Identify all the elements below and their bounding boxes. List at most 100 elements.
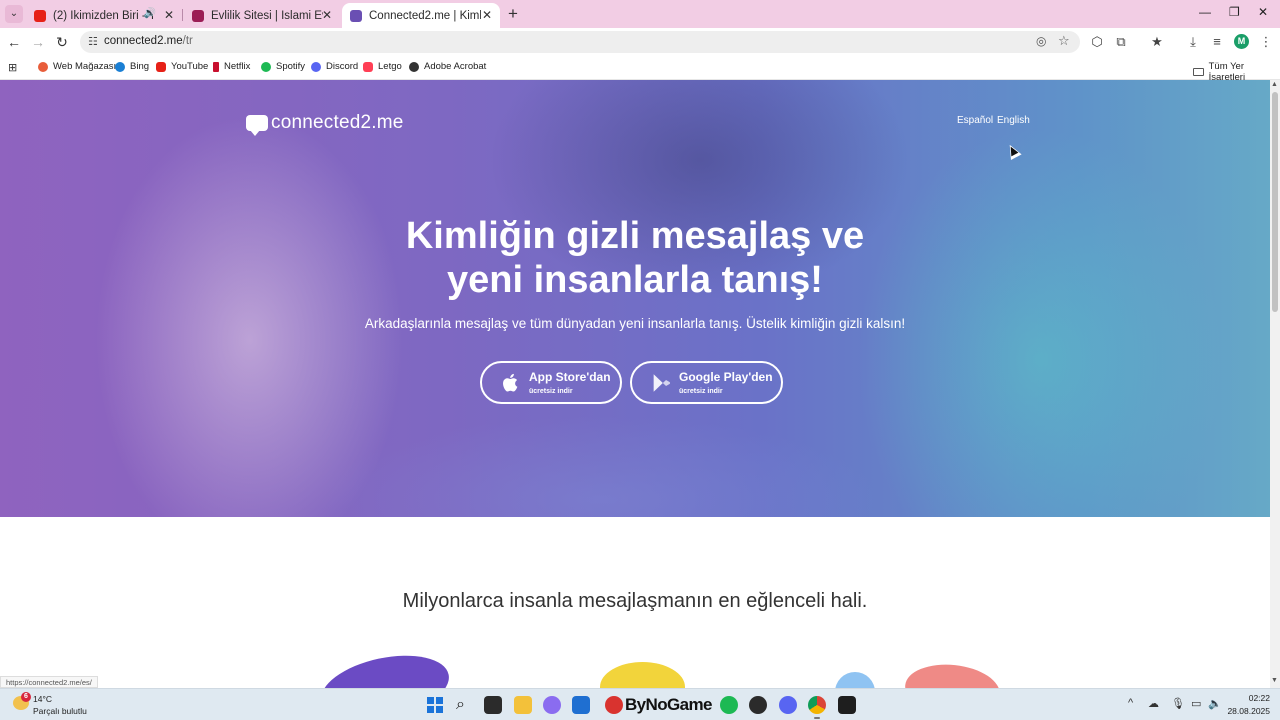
youtube-icon bbox=[156, 61, 166, 72]
url-text[interactable]: connected2.me/tr bbox=[104, 35, 193, 47]
search-icon[interactable]: ⌕ bbox=[456, 696, 474, 714]
tab-evlilik[interactable]: Evlilik Sitesi | İslami Evlilik Sitesi ✕ bbox=[184, 3, 340, 28]
extensions-puzzle-icon[interactable]: ⧉ bbox=[1113, 34, 1129, 50]
download-icon[interactable]: ⤓ bbox=[1185, 34, 1201, 50]
nvidia-app-icon[interactable] bbox=[838, 696, 856, 714]
restore-icon[interactable]: ❐ bbox=[1229, 5, 1240, 19]
minimize-icon[interactable]: — bbox=[1199, 5, 1211, 19]
play-store-icon bbox=[653, 374, 671, 392]
favorites-icon[interactable]: ★ bbox=[1149, 34, 1165, 50]
bookmark-letgo[interactable]: Letgo bbox=[363, 61, 402, 72]
weather-temp[interactable]: 14°C bbox=[33, 694, 52, 704]
system-clock[interactable]: 02:22 28.08.2025 bbox=[1226, 693, 1270, 716]
bookmark-discord[interactable]: Discord bbox=[311, 61, 358, 72]
task-view-icon[interactable] bbox=[484, 696, 502, 714]
bookmark-adobe-acrobat[interactable]: Adobe Acrobat bbox=[409, 61, 486, 72]
bookmark-youtube[interactable]: YouTube bbox=[156, 61, 208, 72]
bynogame-mark-icon bbox=[605, 696, 623, 714]
speaker-icon[interactable]: 🔊 bbox=[144, 8, 156, 19]
weather-desc[interactable]: Parçalı bulutlu bbox=[33, 706, 87, 716]
chrome-icon[interactable] bbox=[808, 696, 826, 714]
extension-shield-icon[interactable]: ⬡ bbox=[1089, 34, 1105, 50]
tab-title: (2) İkimizden Biri - YouTube bbox=[53, 9, 153, 22]
browser-toolbar: ← → ↻ ☷ connected2.me/tr ◎ ☆ ⬡ ⧉ ★ ⤓ ≡ ⋮ bbox=[0, 28, 1280, 56]
store-icon[interactable] bbox=[572, 696, 590, 714]
app-store-button[interactable]: App Store'dan ücretsiz indir bbox=[480, 361, 622, 404]
chat-bubble-icon bbox=[246, 115, 268, 136]
tab-title: Connected2.me | Kimliğin gizli bbox=[369, 9, 481, 22]
apps-grid-icon[interactable]: ⊞ bbox=[8, 61, 17, 74]
bynogame-logo[interactable]: ByNoGame bbox=[605, 695, 712, 715]
illustration-shape bbox=[315, 645, 455, 688]
netflix-icon bbox=[213, 61, 219, 72]
copilot-icon[interactable] bbox=[543, 696, 561, 714]
profile-avatar[interactable]: M bbox=[1234, 34, 1249, 49]
windows-start-icon[interactable] bbox=[427, 697, 443, 713]
media-control-icon[interactable]: ≡ bbox=[1209, 34, 1225, 49]
bookmark-web-store[interactable]: Web Mağazası bbox=[38, 61, 116, 72]
google-play-button[interactable]: Google Play'den ücretsiz indir bbox=[630, 361, 783, 404]
forward-arrow-icon[interactable]: → bbox=[30, 34, 46, 50]
tab-youtube[interactable]: (2) İkimizden Biri - YouTube 🔊 ✕ bbox=[26, 3, 182, 28]
volume-icon[interactable]: 🔈 bbox=[1208, 697, 1222, 710]
microphone-icon[interactable]: 🎙 bbox=[1171, 697, 1185, 710]
spotify-icon bbox=[261, 61, 271, 72]
discord-icon bbox=[311, 61, 321, 72]
site-logo[interactable]: connected2.me bbox=[246, 112, 404, 136]
tab-search-chevron-icon[interactable]: ⌄ bbox=[5, 5, 23, 23]
onedrive-icon[interactable]: ☁ bbox=[1148, 697, 1159, 710]
illustration-shape bbox=[902, 660, 1003, 688]
close-tab-icon[interactable]: ✕ bbox=[482, 8, 492, 22]
hero-title: Kimliğin gizli mesajlaş ve yeni insanlar… bbox=[405, 215, 865, 301]
close-tab-icon[interactable]: ✕ bbox=[164, 8, 174, 22]
discord-taskbar-icon[interactable] bbox=[779, 696, 797, 714]
weather-badge: 6 bbox=[21, 692, 31, 702]
scroll-thumb[interactable] bbox=[1272, 92, 1278, 312]
tab-strip: ⌄ (2) İkimizden Biri - YouTube 🔊 ✕ Evlil… bbox=[0, 0, 1280, 28]
network-icon[interactable]: ▭ bbox=[1191, 697, 1201, 710]
link-status-url: https://connected2.me/es/ bbox=[0, 676, 98, 688]
bookmark-spotify[interactable]: Spotify bbox=[261, 61, 305, 72]
windows-taskbar: 6 14°C Parçalı bulutlu ⌕ ByNoGame ^ ☁ 🎙 … bbox=[0, 688, 1280, 720]
bookmark-netflix[interactable]: Netflix bbox=[213, 61, 250, 72]
tracking-eye-icon[interactable]: ◎ bbox=[1036, 34, 1046, 48]
tray-chevron-icon[interactable]: ^ bbox=[1128, 697, 1133, 709]
close-tab-icon[interactable]: ✕ bbox=[322, 8, 332, 22]
evlilik-favicon-icon bbox=[192, 9, 204, 22]
running-indicator bbox=[814, 717, 820, 719]
scroll-down-icon[interactable]: ▼ bbox=[1271, 677, 1278, 684]
section-tagline: Milyonlarca insanla mesajlaşmanın en eğl… bbox=[402, 590, 868, 612]
back-arrow-icon[interactable]: ← bbox=[6, 34, 22, 50]
illustration-shape bbox=[835, 672, 875, 688]
tab-title: Evlilik Sitesi | İslami Evlilik Sitesi bbox=[211, 9, 323, 22]
spotify-taskbar-icon[interactable] bbox=[720, 696, 738, 714]
lang-espanol-link[interactable]: Español bbox=[957, 115, 993, 126]
youtube-favicon-icon bbox=[34, 9, 46, 22]
menu-kebab-icon[interactable]: ⋮ bbox=[1258, 34, 1274, 50]
bing-icon bbox=[115, 61, 125, 72]
address-bar[interactable]: ☷ connected2.me/tr ◎ ☆ bbox=[80, 31, 1080, 53]
bookmarks-bar: ⊞ Web Mağazası Bing YouTube Netflix Spot… bbox=[0, 56, 1280, 83]
scroll-up-icon[interactable]: ▲ bbox=[1271, 81, 1278, 88]
apple-icon bbox=[503, 373, 518, 392]
hero-section: connected2.me Español English Kimliğin g… bbox=[0, 80, 1270, 517]
steam-icon[interactable] bbox=[749, 696, 767, 714]
file-explorer-icon[interactable] bbox=[514, 696, 532, 714]
reload-icon[interactable]: ↻ bbox=[54, 34, 70, 50]
lang-english-link[interactable]: English bbox=[997, 115, 1030, 126]
web-store-icon bbox=[38, 61, 48, 72]
tab-connected2me[interactable]: Connected2.me | Kimliğin gizli ✕ bbox=[342, 3, 500, 28]
connected2me-favicon-icon bbox=[350, 9, 362, 22]
web-page: connected2.me Español English Kimliğin g… bbox=[0, 80, 1270, 688]
page-scrollbar[interactable]: ▲ ▼ bbox=[1270, 80, 1280, 688]
new-tab-icon[interactable]: + bbox=[505, 4, 521, 24]
letgo-icon bbox=[363, 61, 373, 72]
bookmark-star-icon[interactable]: ☆ bbox=[1058, 33, 1070, 49]
illustration-shape bbox=[600, 662, 685, 688]
site-info-icon[interactable]: ☷ bbox=[88, 35, 98, 48]
close-window-icon[interactable]: ✕ bbox=[1258, 5, 1268, 19]
folder-icon bbox=[1193, 68, 1204, 76]
bookmark-bing[interactable]: Bing bbox=[115, 61, 149, 72]
acrobat-icon bbox=[409, 61, 419, 72]
hero-subtitle: Arkadaşlarınla mesajlaş ve tüm dünyadan … bbox=[364, 316, 906, 331]
